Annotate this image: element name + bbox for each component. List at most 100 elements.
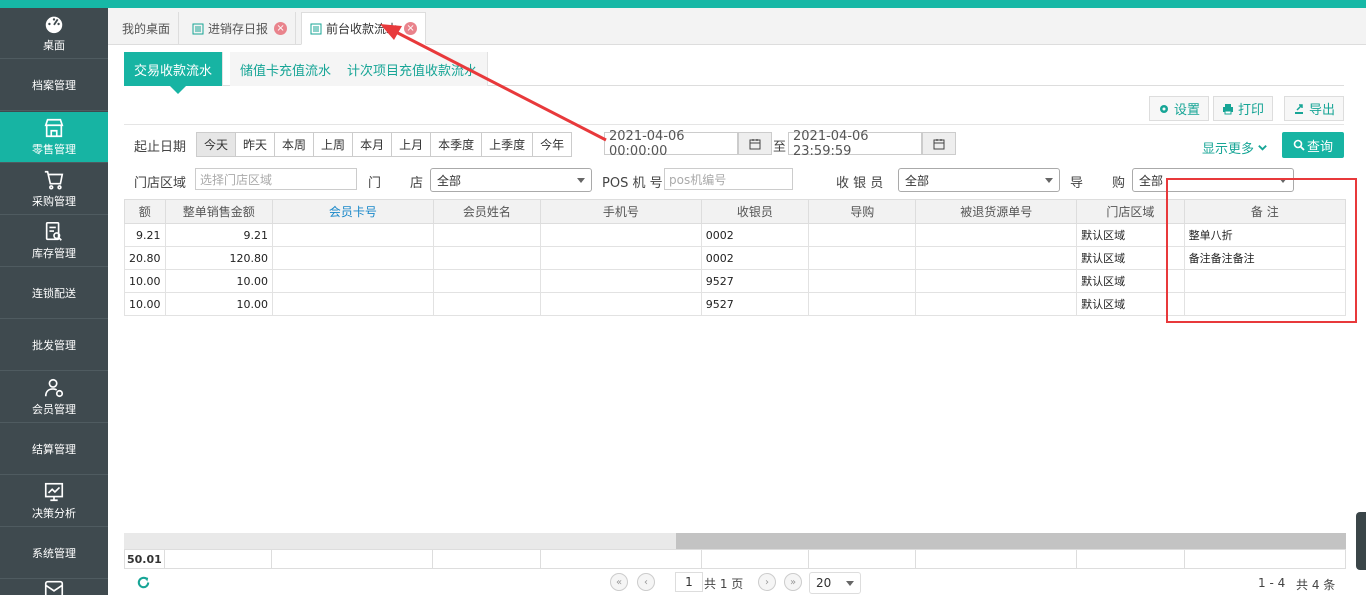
print-label: 打印 — [1238, 103, 1265, 118]
cell-return-source — [915, 223, 1078, 247]
end-calendar-button[interactable] — [922, 132, 956, 155]
col-header-return-source[interactable]: 被退货源单号 — [915, 199, 1078, 224]
sidebar-item-label: 批发管理 — [32, 339, 76, 352]
tab-inventory-daily[interactable]: 进销存日报 × — [184, 12, 297, 45]
range-this-year-button[interactable]: 今年 — [533, 133, 571, 156]
cell-remark: 整单八折 — [1183, 223, 1346, 247]
pos-number-input[interactable]: pos机编号 — [664, 168, 793, 190]
col-header-member-card[interactable]: 会员卡号 — [272, 199, 434, 224]
table-row[interactable]: 10.00 10.00 9527 默认区域 — [124, 269, 1346, 293]
sidebar-item-settlement[interactable]: 结算管理 — [0, 424, 108, 475]
table-row[interactable]: 10.00 10.00 9527 默认区域 — [124, 292, 1346, 316]
store-select[interactable]: 全部 — [430, 168, 592, 192]
query-button[interactable]: 查询 — [1282, 132, 1344, 158]
col-header-amount[interactable]: 额 — [124, 199, 166, 224]
col-header-store-area[interactable]: 门店区域 — [1076, 199, 1185, 224]
range-yesterday-button[interactable]: 昨天 — [236, 133, 276, 156]
cell-amount: 10.00 — [124, 269, 166, 293]
settings-button[interactable]: 设置 — [1149, 96, 1210, 121]
guide-label: 购 — [1112, 176, 1126, 191]
page-number-input[interactable]: 1 — [675, 572, 703, 592]
cell-member-name — [432, 269, 541, 293]
sidebar-item-inventory[interactable]: 库存管理 — [0, 216, 108, 267]
range-this-quarter-button[interactable]: 本季度 — [431, 133, 483, 156]
cell-total-sales: 120.80 — [164, 246, 273, 270]
col-header-guide[interactable]: 导购 — [808, 199, 917, 224]
record-range-label: 1 - 4 — [1258, 576, 1286, 590]
sidebar-item-retail[interactable]: 零售管理 — [0, 112, 108, 163]
col-header-total-sales[interactable]: 整单销售金额 — [164, 199, 273, 224]
table-row[interactable]: 20.80 120.80 0002 默认区域 备注备注备注 — [124, 246, 1346, 270]
col-header-member-name[interactable]: 会员姓名 — [432, 199, 541, 224]
first-page-button[interactable]: « — [610, 573, 628, 591]
sidebar-item-label: 桌面 — [43, 39, 65, 52]
gear-icon — [1160, 104, 1168, 113]
list-icon — [310, 23, 322, 34]
sidebar-item-purchase[interactable]: 采购管理 — [0, 164, 108, 215]
end-date-input[interactable]: 2021-04-06 23:59:59 — [788, 129, 922, 159]
sidebar-item-label: 零售管理 — [32, 143, 76, 156]
printer-icon — [1223, 103, 1233, 114]
subtab-transaction-payments[interactable]: 交易收款流水 — [124, 52, 224, 94]
start-calendar-button[interactable] — [738, 132, 772, 155]
range-last-month-button[interactable]: 上月 — [392, 133, 432, 156]
col-header-phone[interactable]: 手机号 — [539, 199, 702, 224]
inventory-search-icon — [43, 221, 65, 243]
col-header-cashier[interactable]: 收银员 — [700, 199, 810, 224]
tab-my-desktop[interactable]: 我的桌面 — [114, 12, 180, 45]
range-today-button[interactable]: 今天 — [197, 133, 237, 156]
horizontal-scrollbar[interactable] — [124, 533, 1346, 549]
last-page-button[interactable]: » — [784, 573, 802, 591]
table-row[interactable]: 9.21 9.21 0002 默认区域 整单八折 — [124, 223, 1346, 247]
tab-front-desk-payments[interactable]: 前台收款流水 × — [301, 12, 427, 45]
sidebar-item-archives[interactable]: 档案管理 — [0, 60, 108, 111]
guide-select[interactable]: 全部 — [1132, 168, 1294, 192]
next-page-button[interactable]: › — [758, 573, 776, 591]
sidebar-item-system[interactable]: 系统管理 — [0, 528, 108, 579]
range-last-quarter-button[interactable]: 上季度 — [482, 133, 534, 156]
sidebar-item-analytics[interactable]: 决策分析 — [0, 476, 108, 527]
footer-cell — [915, 549, 1078, 568]
range-this-month-button[interactable]: 本月 — [353, 133, 393, 156]
print-button[interactable]: 打印 — [1213, 96, 1274, 121]
grid-table: 额 整单销售金额 会员卡号 会员姓名 手机号 收银员 导购 被退货源单号 门店区… — [124, 199, 1346, 316]
cell-phone — [539, 269, 702, 293]
start-date-input[interactable]: 2021-04-06 00:00:00 — [604, 129, 738, 159]
prev-page-button[interactable]: ‹ — [637, 573, 655, 591]
export-button[interactable]: 导出 — [1284, 96, 1345, 121]
sidebar-item-label: 结算管理 — [32, 443, 76, 456]
cell-store-area: 默认区域 — [1076, 246, 1185, 270]
cashier-select[interactable]: 全部 — [898, 168, 1060, 192]
cell-member-card — [272, 269, 434, 293]
show-more-label: 显示更多 — [1202, 142, 1255, 157]
sidebar-item-more[interactable] — [0, 574, 108, 595]
range-last-week-button[interactable]: 上周 — [314, 133, 354, 156]
cell-member-card — [272, 223, 434, 247]
sidebar-item-distribution[interactable]: 连锁配送 — [0, 268, 108, 319]
subtab-count-item-recharge[interactable]: 计次项目充值收款流水 — [337, 52, 489, 86]
sidebar-item-desktop[interactable]: 桌面 — [0, 8, 108, 59]
store-area-input[interactable]: 选择门店区域 — [195, 168, 357, 190]
refresh-icon[interactable] — [136, 575, 151, 590]
cell-member-name — [432, 223, 541, 247]
footer-row: 50.01 — [124, 549, 1346, 568]
list-icon — [192, 23, 204, 34]
page-size-select[interactable]: 20 — [809, 572, 861, 594]
close-icon[interactable]: × — [274, 22, 288, 35]
cashier-select-value: 全部 — [905, 173, 930, 188]
subtab-stored-value-recharge[interactable]: 储值卡充值流水 — [230, 52, 343, 86]
cell-guide — [808, 223, 917, 247]
cell-total-sales: 10.00 — [164, 269, 273, 293]
cell-store-area: 默认区域 — [1076, 223, 1185, 247]
close-icon[interactable]: × — [404, 22, 418, 35]
sidebar: 桌面 档案管理 零售管理 采购管理 库存管理 连锁配送 批发管理 会员管理 结算… — [0, 8, 108, 595]
sidebar-item-members[interactable]: 会员管理 — [0, 372, 108, 423]
sidebar-item-label: 档案管理 — [32, 79, 76, 92]
show-more-link[interactable]: 显示更多 — [1202, 138, 1268, 157]
col-header-remark[interactable]: 备 注 — [1183, 199, 1346, 224]
side-scroll-widget[interactable] — [1356, 512, 1366, 570]
settings-label: 设置 — [1174, 103, 1201, 118]
sidebar-item-wholesale[interactable]: 批发管理 — [0, 320, 108, 371]
range-this-week-button[interactable]: 本周 — [275, 133, 315, 156]
scrollbar-thumb[interactable] — [676, 533, 1346, 549]
